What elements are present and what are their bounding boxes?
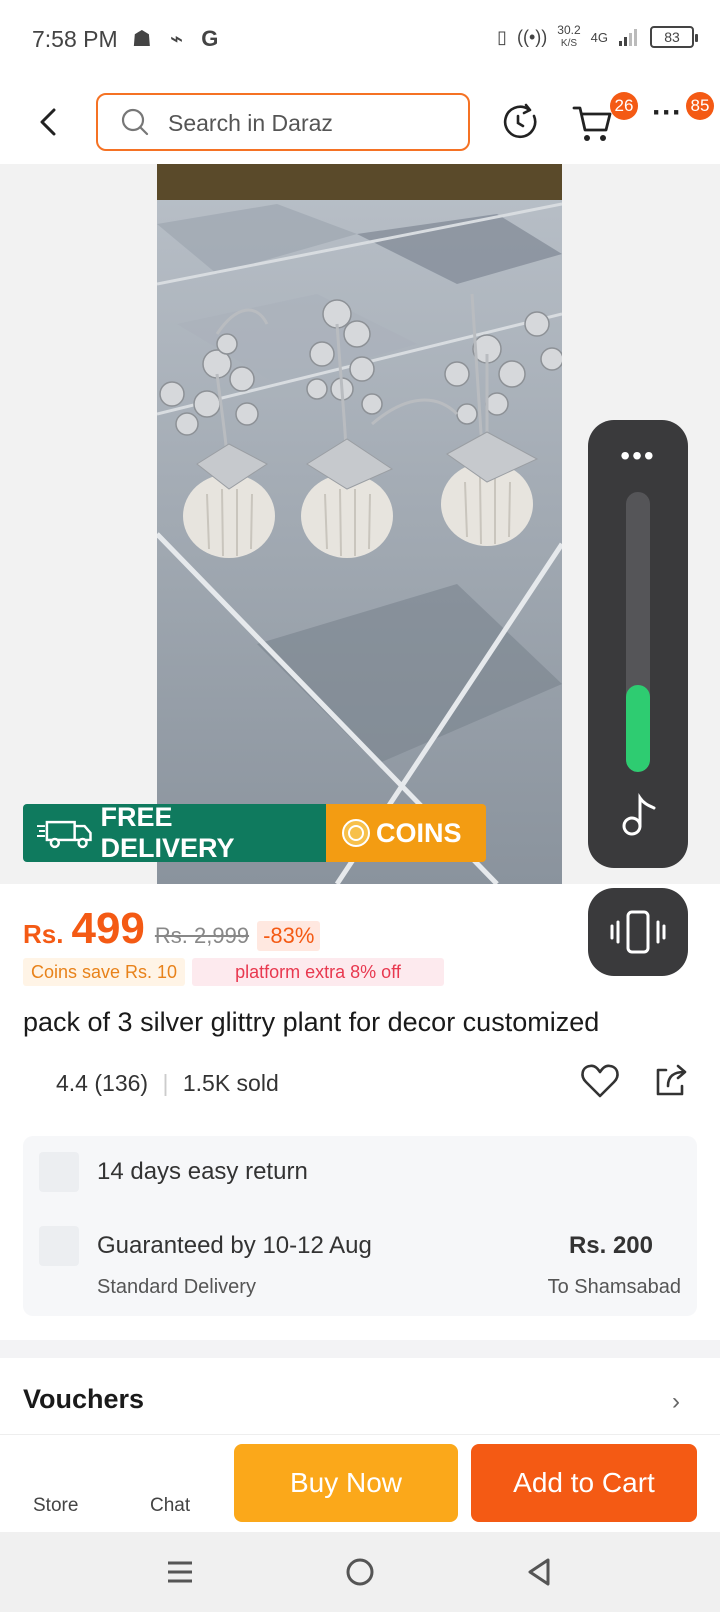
delivery-location: To Shamsabad [547,1276,681,1298]
store-button[interactable]: Store [33,1495,78,1517]
network-speed-unit: K/S [560,38,578,49]
volume-level-fill [626,685,650,772]
volume-panel: ••• [588,420,688,868]
recent-apps-icon[interactable] [162,1554,198,1590]
back-nav-icon[interactable] [522,1554,558,1590]
rating-row[interactable]: 4.4 (136) | 1.5K sold [56,1070,279,1097]
price-original: Rs. 2,999 [154,923,250,948]
system-nav-bar [0,1532,720,1612]
sold-count: 1.5K sold [182,1070,279,1096]
coin-icon [342,819,370,847]
music-note-icon[interactable] [618,790,658,840]
search-input[interactable]: Search in Daraz [96,93,470,151]
network-speed: 30.2 K/S [557,24,580,50]
product-photo [157,164,562,884]
product-title: pack of 3 silver glittry plant for decor… [23,1007,600,1037]
search-icon [121,108,149,136]
top-header: Search in Daraz 26 ··· 85 [0,80,720,164]
search-placeholder: Search in Daraz [168,110,333,136]
battery-indicator: 83 [650,26,698,48]
volume-slider[interactable] [626,492,650,772]
price-row: Rs. 499 Rs. 2,999 -83% [23,904,321,954]
status-time: 7:58 PM [32,26,118,52]
review-count: (136) [94,1070,149,1096]
volume-more-icon[interactable]: ••• [588,440,688,472]
section-divider [0,1340,720,1358]
vibrate-status-icon: ▯ [497,26,508,47]
discount-badge: -83% [257,921,321,951]
return-policy-text: 14 days easy return [97,1158,308,1185]
product-image[interactable] [157,164,562,884]
bottom-action-bar: Store Chat Buy Now Add to Cart [0,1434,720,1532]
rating-value: 4.4 [56,1070,88,1096]
hotspot-icon: ((•)) [517,26,548,47]
delivery-price: Rs. 200 [568,1232,653,1259]
cart-count-badge: 26 [610,92,638,120]
chat-button[interactable]: Chat [150,1495,190,1517]
back-arrow-icon[interactable] [30,102,66,142]
buy-now-button[interactable]: Buy Now [234,1444,458,1522]
return-icon [39,1152,79,1192]
vibrate-toggle[interactable] [588,888,688,976]
free-delivery-text: FREE DELIVERY [100,804,235,862]
coins-badge: COINS [326,804,486,862]
history-icon[interactable] [496,98,544,146]
status-bar: 7:58 PM ☗ ⌁ G ▯ ((•)) 30.2 K/S 4G 83 [0,0,720,80]
free-delivery-badge: FREE DELIVERY [23,804,326,862]
promo-banner: FREE DELIVERY COINS [23,804,486,862]
more-count-badge: 85 [686,92,714,120]
price-currency: Rs. [23,919,64,949]
status-right-group: ▯ ((•)) 30.2 K/S 4G 83 [497,24,698,50]
coins-save-tag: Coins save Rs. 10 [23,958,186,986]
chevron-right-icon[interactable]: › [672,1388,680,1416]
network-type: 4G [590,29,608,45]
add-to-cart-button[interactable]: Add to Cart [471,1444,697,1522]
wishlist-heart-icon[interactable] [580,1062,620,1100]
vouchers-heading[interactable]: Vouchers [23,1384,144,1415]
platform-discount-tag: platform extra 8% off [192,958,444,986]
price-current: 499 [71,904,145,953]
network-speed-value: 30.2 [557,23,581,37]
delivery-truck-icon [37,820,92,849]
service-info-card[interactable]: 14 days easy return Guaranteed by 10-12 … [23,1136,697,1316]
delivery-type-text: Standard Delivery [97,1276,256,1298]
delivery-icon [39,1226,79,1266]
coins-text: COINS [376,817,462,848]
notification-icons: ☗ ⌁ G [132,26,225,51]
home-icon[interactable] [342,1554,378,1590]
vibrate-icon [610,910,666,954]
share-icon[interactable] [652,1062,690,1100]
signal-icon [619,29,637,46]
rating-divider: | [162,1070,169,1096]
delivery-guarantee-text: Guaranteed by 10-12 Aug [97,1232,372,1259]
